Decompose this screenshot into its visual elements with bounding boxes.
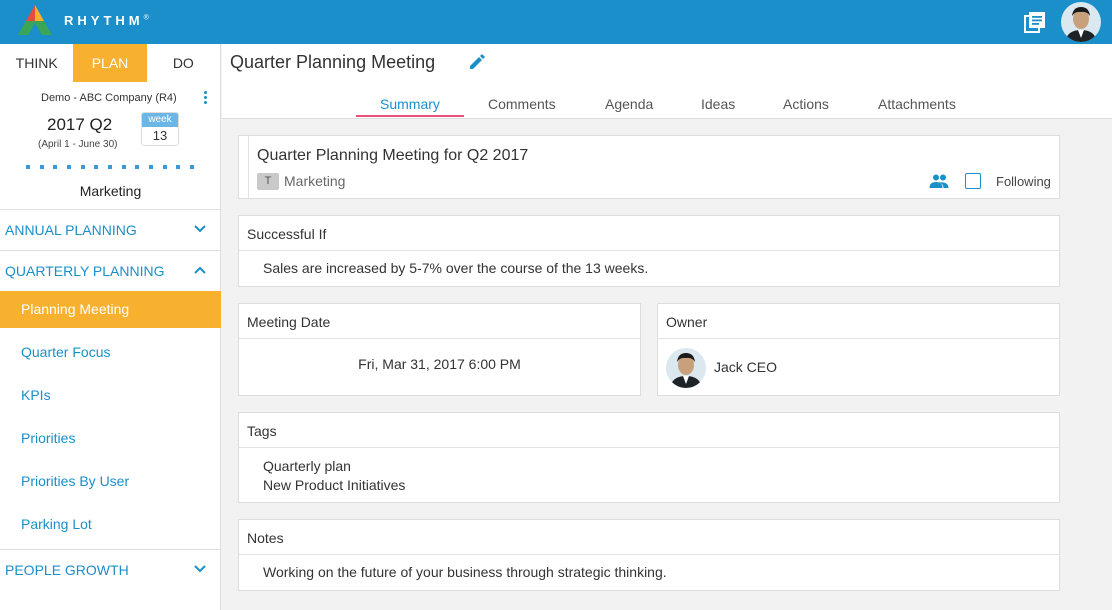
page-title: Quarter Planning Meeting <box>230 52 436 72</box>
section-label: PEOPLE GROWTH <box>5 562 129 578</box>
page-header: Quarter Planning Meeting Summary Comment… <box>222 44 1112 119</box>
successful-if-card: Successful If Sales are increased by 5-7… <box>238 215 1060 287</box>
week-label: week <box>142 113 178 127</box>
user-avatar[interactable] <box>1061 2 1101 42</box>
top-bar: RHYTHM® <box>0 0 1112 44</box>
more-vert-icon[interactable] <box>202 90 210 106</box>
sidebar: THINK PLAN DO Demo - ABC Company (R4) 20… <box>0 44 221 610</box>
nav-item-priorities-by-user[interactable]: Priorities By User <box>0 463 221 500</box>
team-name: Marketing <box>79 183 142 199</box>
nav-item-priorities[interactable]: Priorities <box>0 420 221 457</box>
card-accent <box>239 136 249 198</box>
chevron-down-icon <box>194 225 206 233</box>
tab-comments[interactable]: Comments <box>488 96 556 112</box>
card-heading: Tags <box>239 413 1059 448</box>
tab-agenda[interactable]: Agenda <box>605 96 653 112</box>
meeting-title-card: Quarter Planning Meeting for Q2 2017 T M… <box>238 135 1060 199</box>
owner-card: Owner Jack CEO <box>657 303 1060 396</box>
rhythm-logo[interactable] <box>16 3 54 37</box>
notes-card: Notes Working on the future of your busi… <box>238 519 1060 591</box>
people-icon[interactable] <box>929 173 949 189</box>
week-number: 13 <box>152 128 168 143</box>
nav-item-parking-lot[interactable]: Parking Lot <box>0 506 221 543</box>
nav-item-kpis[interactable]: KPIs <box>0 377 221 414</box>
meeting-name: Quarter Planning Meeting for Q2 2017 <box>257 147 529 164</box>
tag-item: New Product Initiatives <box>263 477 406 493</box>
week-progress-dots <box>26 165 194 169</box>
meeting-date-card: Meeting Date Fri, Mar 31, 2017 6:00 PM <box>238 303 641 396</box>
team-badge: T <box>257 173 279 190</box>
chevron-down-icon <box>194 565 206 573</box>
section-label: QUARTERLY PLANNING <box>5 263 165 279</box>
owner-row: Jack CEO <box>658 339 1059 395</box>
card-heading: Owner <box>658 304 1059 339</box>
tab-summary[interactable]: Summary <box>380 96 440 112</box>
quarter-selector: 2017 Q2 (April 1 - June 30) week 13 <box>0 110 220 160</box>
section-people-growth[interactable]: PEOPLE GROWTH <box>0 549 221 589</box>
tab-attachments[interactable]: Attachments <box>878 96 956 112</box>
chevron-up-icon <box>194 266 206 274</box>
following-checkbox[interactable] <box>965 173 981 189</box>
tags-list: Quarterly plan New Product Initiatives <box>239 448 1059 495</box>
edit-pencil-icon[interactable] <box>468 53 486 71</box>
company-name: Demo - ABC Company (R4) <box>41 92 177 104</box>
mode-tabs: THINK PLAN DO <box>0 44 220 82</box>
tab-actions[interactable]: Actions <box>783 96 829 112</box>
quarter-title: 2017 Q2 <box>47 115 113 134</box>
card-heading: Notes <box>239 520 1059 555</box>
tag-item: Quarterly plan <box>263 458 351 474</box>
card-heading: Successful If <box>239 216 1059 251</box>
mode-tab-do[interactable]: DO <box>147 44 220 82</box>
section-label: ANNUAL PLANNING <box>5 222 137 238</box>
tags-card: Tags Quarterly plan New Product Initiati… <box>238 412 1060 503</box>
owner-name[interactable]: Jack CEO <box>714 359 777 375</box>
section-annual-planning[interactable]: ANNUAL PLANNING <box>0 209 221 249</box>
notes-text: Working on the future of your business t… <box>263 564 667 580</box>
nav-item-planning-meeting[interactable]: Planning Meeting <box>0 291 221 328</box>
successful-if-text: Sales are increased by 5-7% over the cou… <box>263 260 649 276</box>
week-badge[interactable]: week 13 <box>141 112 179 146</box>
quarter-range: (April 1 - June 30) <box>38 139 118 150</box>
tab-ideas[interactable]: Ideas <box>701 96 735 112</box>
meeting-date-value: Fri, Mar 31, 2017 6:00 PM <box>358 356 521 372</box>
owner-avatar[interactable] <box>666 348 706 388</box>
company-row: Demo - ABC Company (R4) <box>0 82 220 110</box>
following-label: Following <box>996 174 1051 189</box>
mode-tab-plan[interactable]: PLAN <box>73 44 147 82</box>
section-quarterly-planning[interactable]: QUARTERLY PLANNING <box>0 250 221 290</box>
meeting-team: Marketing <box>284 173 346 189</box>
nav-item-quarter-focus[interactable]: Quarter Focus <box>0 334 221 371</box>
library-books-icon[interactable] <box>1024 11 1046 33</box>
mode-tab-think[interactable]: THINK <box>0 44 73 82</box>
card-heading: Meeting Date <box>239 304 640 339</box>
brand-name: RHYTHM® <box>64 13 149 28</box>
active-tab-indicator <box>356 115 464 117</box>
